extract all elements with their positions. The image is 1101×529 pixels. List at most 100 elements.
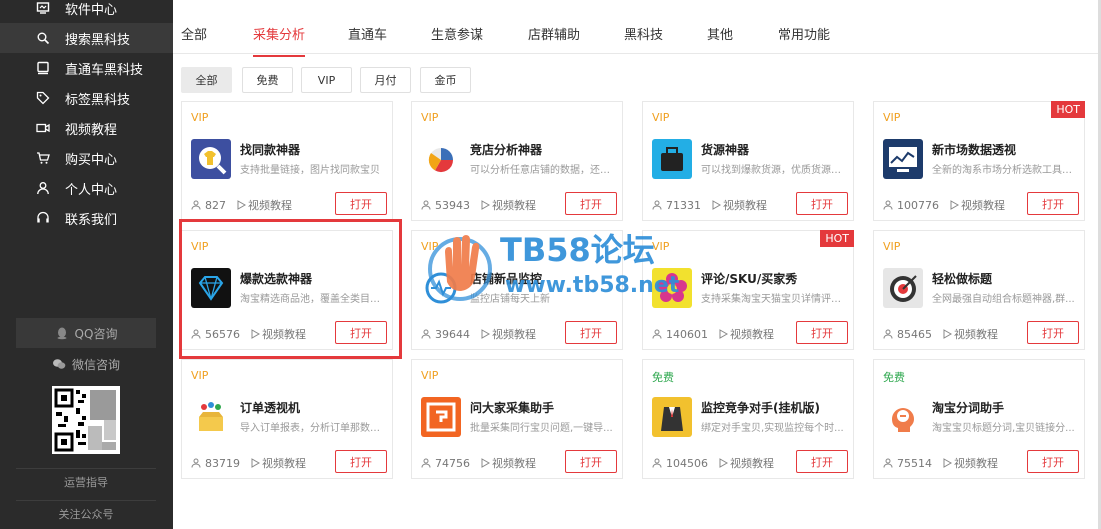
suit-icon [652, 397, 692, 437]
video-tutorial-link[interactable]: 视频教程 [942, 326, 998, 342]
tool-description: 全新的淘系市场分析选款工具，... [932, 165, 1080, 176]
tool-title[interactable]: 监控竞争对手(挂机版) [701, 399, 820, 416]
filter-monthly[interactable]: 月付 [360, 67, 411, 93]
tab-business-advisor[interactable]: 生意参谋 [431, 24, 483, 43]
sidebar-item-tag-tech[interactable]: 标签黑科技 [0, 83, 173, 113]
video-tutorial-label: 视频教程 [730, 457, 774, 470]
tab-common[interactable]: 常用功能 [778, 24, 830, 43]
video-tutorial-link[interactable]: 视频教程 [718, 455, 774, 471]
open-button[interactable]: 打开 [335, 450, 387, 473]
video-tutorial-link[interactable]: 视频教程 [236, 197, 292, 213]
tool-title[interactable]: 货源神器 [701, 141, 749, 158]
sidebar-item-purchase[interactable]: 购买中心 [0, 143, 173, 173]
play-icon [719, 329, 728, 339]
tab-through-train[interactable]: 直通车 [348, 24, 387, 43]
sidebar-item-video[interactable]: 视频教程 [0, 113, 173, 143]
tool-card[interactable]: VIP 店铺新品监控 监控店铺每天上新 39644 视频教程 打开 [411, 230, 623, 350]
filter-all[interactable]: 全部 [181, 67, 232, 93]
sidebar: 软件中心 搜索黑科技 直通车黑科技 标签黑科技 视频教程 购买中心 个人中心 联… [0, 0, 173, 529]
video-tutorial-link[interactable]: 视频教程 [480, 455, 536, 471]
tool-card[interactable]: VIP 问大家采集助手 批量采集同行宝贝问题,一键导... 74756 视频教程 打开 [411, 359, 623, 479]
tab-other[interactable]: 其他 [707, 24, 733, 43]
tool-meta: 140601 视频教程 [652, 326, 774, 342]
tool-title[interactable]: 轻松做标题 [932, 270, 992, 287]
qq-consult-button[interactable]: QQ咨询 [16, 318, 156, 348]
sidebar-item-label: 软件中心 [65, 2, 118, 18]
tool-card[interactable]: VIP HOT 新市场数据透视 全新的淘系市场分析选款工具，... 100776 视频教程… [873, 101, 1085, 221]
sidebar-item-personal[interactable]: 个人中心 [0, 173, 173, 203]
tab-all[interactable]: 全部 [181, 24, 207, 43]
ops-guide-link[interactable]: 运营指导 [16, 468, 156, 494]
filter-label: 全部 [195, 74, 218, 87]
tool-card[interactable]: VIP 爆款选款神器 淘宝精选商品池，覆盖全类目，... 56576 视频教程 打开 [181, 230, 393, 350]
video-tutorial-link[interactable]: 视频教程 [250, 326, 306, 342]
open-button[interactable]: 打开 [796, 192, 848, 215]
play-icon [943, 458, 952, 468]
tool-title[interactable]: 淘宝分词助手 [932, 399, 1004, 416]
flower-icon [652, 268, 692, 308]
tool-title[interactable]: 爆款选款神器 [240, 270, 312, 287]
sidebar-item-contact[interactable]: 联系我们 [0, 203, 173, 233]
filter-vip[interactable]: VIP [301, 67, 352, 93]
tool-title[interactable]: 评论/SKU/买家秀 [701, 270, 797, 287]
play-icon [481, 458, 490, 468]
tool-card[interactable]: VIP HOT 评论/SKU/买家秀 支持采集淘宝天猫宝贝详情评论... 140601 视… [642, 230, 854, 350]
video-tutorial-link[interactable]: 视频教程 [250, 455, 306, 471]
sidebar-item-search-tech[interactable]: 搜索黑科技 [0, 23, 173, 53]
video-tutorial-link[interactable]: 视频教程 [711, 197, 767, 213]
open-button[interactable]: 打开 [796, 321, 848, 344]
video-tutorial-link[interactable]: 视频教程 [942, 455, 998, 471]
tool-card[interactable]: VIP 轻松做标题 全网最强自动组合标题神器,群... 85465 视频教程 打开 [873, 230, 1085, 350]
sidebar-item-label: 个人中心 [65, 182, 118, 198]
open-button[interactable]: 打开 [796, 450, 848, 473]
video-tutorial-label: 视频教程 [954, 328, 998, 341]
open-button[interactable]: 打开 [565, 192, 617, 215]
tool-card[interactable]: VIP 竞店分析神器 可以分析任意店铺的数据，还可... 53943 视频教程 打开 [411, 101, 623, 221]
video-tutorial-link[interactable]: 视频教程 [949, 197, 1005, 213]
open-button[interactable]: 打开 [565, 321, 617, 344]
play-icon [481, 329, 490, 339]
open-button[interactable]: 打开 [335, 321, 387, 344]
open-button[interactable]: 打开 [1027, 192, 1079, 215]
video-tutorial-link[interactable]: 视频教程 [480, 326, 536, 342]
content-panel: 全部 采集分析 直通车 生意参谋 店群辅助 黑科技 其他 常用功能 全部 免费 … [173, 0, 1098, 529]
tool-title[interactable]: 店铺新品监控 [470, 270, 542, 287]
sidebar-item-car-tech[interactable]: 直通车黑科技 [0, 53, 173, 83]
video-tutorial-link[interactable]: 视频教程 [480, 197, 536, 213]
tool-description: 支持采集淘宝天猫宝贝详情评论... [701, 294, 849, 305]
tool-card[interactable]: 免费 监控竞争对手(挂机版) 绑定对手宝贝,实现监控每个时... 104506 视频教程… [642, 359, 854, 479]
plan-badge: VIP [191, 240, 209, 253]
tool-title[interactable]: 竞店分析神器 [470, 141, 542, 158]
tool-title[interactable]: 问大家采集助手 [470, 399, 554, 416]
target-icon [883, 268, 923, 308]
open-button[interactable]: 打开 [1027, 450, 1079, 473]
tab-store-group[interactable]: 店群辅助 [528, 24, 580, 43]
filter-coins[interactable]: 金币 [420, 67, 471, 93]
video-tutorial-link[interactable]: 视频教程 [718, 326, 774, 342]
open-button[interactable]: 打开 [335, 192, 387, 215]
car-icon [36, 61, 50, 75]
follow-account-link[interactable]: 关注公众号 [16, 500, 156, 526]
tool-card[interactable]: 免费 淘宝分词助手 淘宝宝贝标题分词,宝贝链接分... 75514 视频教程 打开 [873, 359, 1085, 479]
sidebar-item-software[interactable]: 软件中心 [0, 0, 173, 23]
tool-title[interactable]: 新市场数据透视 [932, 141, 1016, 158]
tab-black-tech[interactable]: 黑科技 [624, 24, 663, 43]
tool-card[interactable]: VIP 订单透视机 导入订单报表，分析订单那数据... 83719 视频教程 打开 [181, 359, 393, 479]
filter-free[interactable]: 免费 [242, 67, 293, 93]
tool-card[interactable]: VIP 货源神器 可以找到爆款货源，优质货源，... 71331 视频教程 打开 [642, 101, 854, 221]
plan-badge: VIP [191, 111, 209, 124]
tool-description: 淘宝精选商品池，覆盖全类目，... [240, 294, 388, 305]
open-button[interactable]: 打开 [1027, 321, 1079, 344]
open-button[interactable]: 打开 [565, 450, 617, 473]
tool-title[interactable]: 订单透视机 [240, 399, 300, 416]
user-count: 53943 [435, 198, 470, 212]
sidebar-nav: 软件中心 搜索黑科技 直通车黑科技 标签黑科技 视频教程 购买中心 个人中心 联… [0, 0, 173, 233]
tool-card[interactable]: VIP 找同款神器 支持批量链接，图片找同款宝贝 827 视频教程 打开 [181, 101, 393, 221]
tool-title[interactable]: 找同款神器 [240, 141, 300, 158]
tab-collect-analysis[interactable]: 采集分析 [253, 24, 306, 57]
search-icon [36, 31, 50, 45]
tool-description: 淘宝宝贝标题分词,宝贝链接分... [932, 423, 1075, 434]
qr-code-image [52, 386, 120, 454]
video-tutorial-label: 视频教程 [492, 328, 536, 341]
wechat-consult-button[interactable]: 微信咨询 [16, 349, 156, 379]
